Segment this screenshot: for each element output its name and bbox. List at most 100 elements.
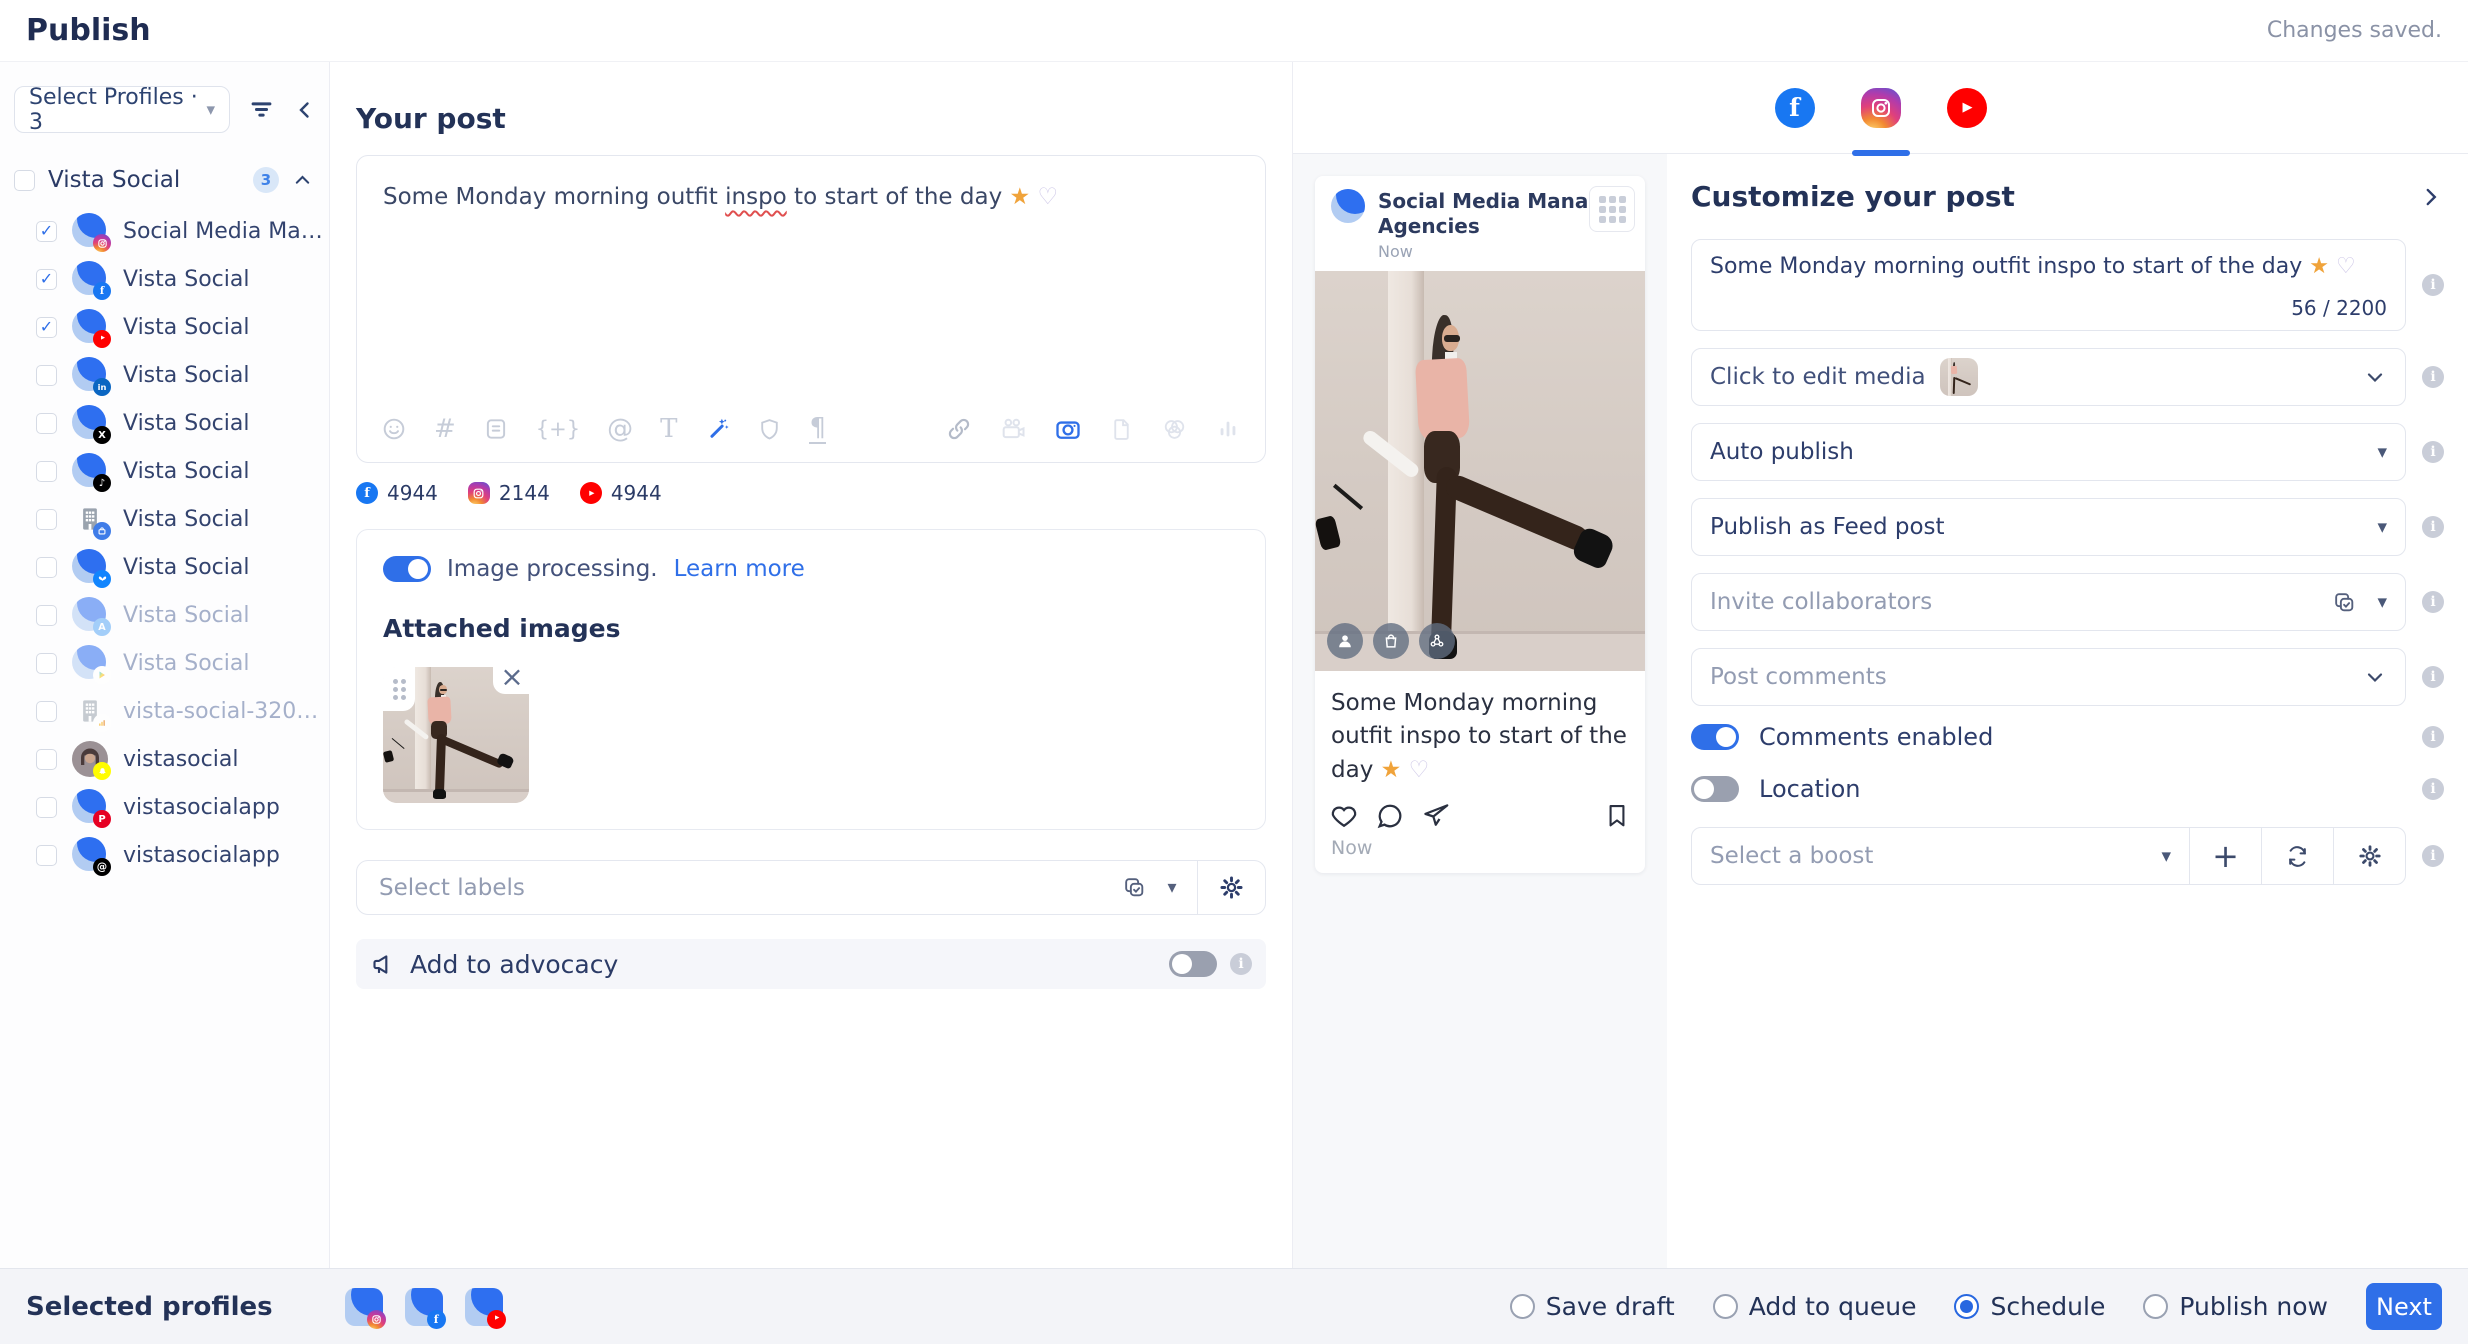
profile-row[interactable]: A Vista Social <box>0 591 329 639</box>
profile-checkbox[interactable] <box>36 509 57 530</box>
copy-labels-icon[interactable] <box>1122 875 1147 900</box>
mention-icon[interactable]: @ <box>607 416 633 442</box>
boost-select[interactable]: Select a boost ▾ <box>1692 828 2189 884</box>
chart-icon[interactable] <box>1215 416 1241 442</box>
bookmark-icon[interactable] <box>1603 802 1631 830</box>
grid-menu-icon[interactable] <box>1589 186 1635 232</box>
save-draft-radio[interactable]: Save draft <box>1510 1292 1675 1321</box>
tab-youtube[interactable]: ▶ <box>1935 62 1999 153</box>
link-icon[interactable] <box>946 416 972 442</box>
add-to-queue-radio[interactable]: Add to queue <box>1713 1292 1917 1321</box>
comments-enabled-toggle[interactable] <box>1691 724 1739 750</box>
boost-settings-gear-icon[interactable] <box>2333 828 2405 884</box>
remove-image-button[interactable]: × <box>493 658 531 694</box>
shopping-bag-icon[interactable] <box>1373 623 1409 659</box>
labels-settings-gear-icon[interactable] <box>1198 874 1265 901</box>
info-icon[interactable]: i <box>1230 953 1252 975</box>
post-comments-field[interactable]: Post comments <box>1691 648 2406 706</box>
info-icon[interactable]: i <box>2422 778 2444 800</box>
chevron-down-icon[interactable] <box>2363 365 2387 389</box>
publish-type-select[interactable]: Publish as Feed post ▾ <box>1691 498 2406 556</box>
post-text-input[interactable]: Some Monday morning outfit inspo to star… <box>357 156 1265 396</box>
paragraph-icon[interactable]: ¶ <box>809 415 826 444</box>
document-icon[interactable] <box>1109 417 1134 442</box>
publish-now-radio[interactable]: Publish now <box>2143 1292 2328 1321</box>
media-library-icon[interactable] <box>1161 416 1188 443</box>
like-icon[interactable] <box>1329 801 1359 831</box>
group-checkbox[interactable] <box>14 170 35 191</box>
video-icon[interactable] <box>999 415 1027 443</box>
filter-icon[interactable] <box>248 96 275 123</box>
profile-checkbox[interactable] <box>36 461 57 482</box>
profile-row[interactable]: in Vista Social <box>0 351 329 399</box>
select-profiles-button[interactable]: Select Profiles · 3 ▾ <box>14 86 230 133</box>
tab-facebook[interactable]: f <box>1763 62 1827 153</box>
profile-row[interactable]: f Vista Social <box>0 255 329 303</box>
profile-checkbox[interactable] <box>36 365 57 386</box>
profile-row[interactable]: Social Media Managem... <box>0 207 329 255</box>
collaborators-icon[interactable] <box>1419 623 1455 659</box>
image-processing-toggle[interactable] <box>383 556 431 582</box>
advocacy-toggle[interactable] <box>1169 951 1217 977</box>
profile-checkbox[interactable] <box>36 797 57 818</box>
profile-row[interactable]: X Vista Social <box>0 399 329 447</box>
ai-wand-icon[interactable] <box>704 416 730 442</box>
info-icon[interactable]: i <box>2422 666 2444 688</box>
profile-row[interactable]: @ vistasocialapp <box>0 831 329 879</box>
profile-row[interactable]: Vista Social <box>0 639 329 687</box>
profile-row[interactable]: ♪ Vista Social <box>0 447 329 495</box>
text-format-icon[interactable]: T <box>660 416 677 442</box>
collapse-sidebar-icon[interactable] <box>293 98 317 122</box>
share-icon[interactable] <box>1421 801 1451 831</box>
chevron-right-icon[interactable] <box>2418 184 2444 210</box>
location-toggle[interactable] <box>1691 776 1739 802</box>
info-icon[interactable]: i <box>2422 366 2444 388</box>
profile-checkbox[interactable] <box>36 317 57 338</box>
tag-people-icon[interactable] <box>1327 623 1363 659</box>
profile-checkbox[interactable] <box>36 557 57 578</box>
profile-row[interactable]: vistasocial <box>0 735 329 783</box>
learn-more-link[interactable]: Learn more <box>674 556 805 582</box>
saved-captions-icon[interactable] <box>483 416 509 442</box>
camera-icon[interactable] <box>1054 415 1082 443</box>
profile-checkbox[interactable] <box>36 413 57 434</box>
profile-checkbox[interactable] <box>36 605 57 626</box>
emoji-icon[interactable] <box>381 416 407 442</box>
variables-icon[interactable]: {+} <box>536 419 580 440</box>
refresh-boosts-button[interactable] <box>2261 828 2333 884</box>
drag-handle-icon[interactable] <box>383 667 415 711</box>
profile-checkbox[interactable] <box>36 653 57 674</box>
edit-media-field[interactable]: Click to edit media <box>1691 348 2406 406</box>
comment-icon[interactable] <box>1375 801 1405 831</box>
auto-publish-select[interactable]: Auto publish ▾ <box>1691 423 2406 481</box>
select-labels-field[interactable]: Select labels ▾ <box>356 860 1266 915</box>
copy-icon[interactable] <box>2332 590 2357 615</box>
chevron-down-icon[interactable]: ▾ <box>2377 591 2387 613</box>
profile-row[interactable]: Vista Social <box>0 543 329 591</box>
attached-image-thumbnail[interactable]: × <box>383 667 529 803</box>
profile-checkbox[interactable] <box>36 221 57 242</box>
info-icon[interactable]: i <box>2422 274 2444 296</box>
add-boost-button[interactable]: + <box>2189 828 2261 884</box>
profile-row[interactable]: Vista Social <box>0 495 329 543</box>
hashtag-icon[interactable]: # <box>434 416 456 442</box>
info-icon[interactable]: i <box>2422 591 2444 613</box>
profile-checkbox[interactable] <box>36 749 57 770</box>
profile-row[interactable]: ▶ Vista Social <box>0 303 329 351</box>
profile-checkbox[interactable] <box>36 845 57 866</box>
chevron-up-icon[interactable] <box>292 170 313 191</box>
info-icon[interactable]: i <box>2422 845 2444 867</box>
profile-row[interactable]: P vistasocialapp <box>0 783 329 831</box>
media-thumbnail[interactable] <box>1940 358 1978 396</box>
next-button[interactable]: Next <box>2366 1283 2442 1330</box>
profile-row[interactable]: vista-social-320412 <box>0 687 329 735</box>
shield-icon[interactable] <box>757 417 782 442</box>
caption-field[interactable]: Some Monday morning outfit inspo to star… <box>1691 239 2406 331</box>
tab-instagram[interactable] <box>1849 62 1913 153</box>
info-icon[interactable]: i <box>2422 516 2444 538</box>
profile-checkbox[interactable] <box>36 701 57 722</box>
info-icon[interactable]: i <box>2422 726 2444 748</box>
profile-group-row[interactable]: Vista Social 3 <box>0 147 329 201</box>
profile-checkbox[interactable] <box>36 269 57 290</box>
chevron-down-icon[interactable]: ▾ <box>1167 877 1176 898</box>
